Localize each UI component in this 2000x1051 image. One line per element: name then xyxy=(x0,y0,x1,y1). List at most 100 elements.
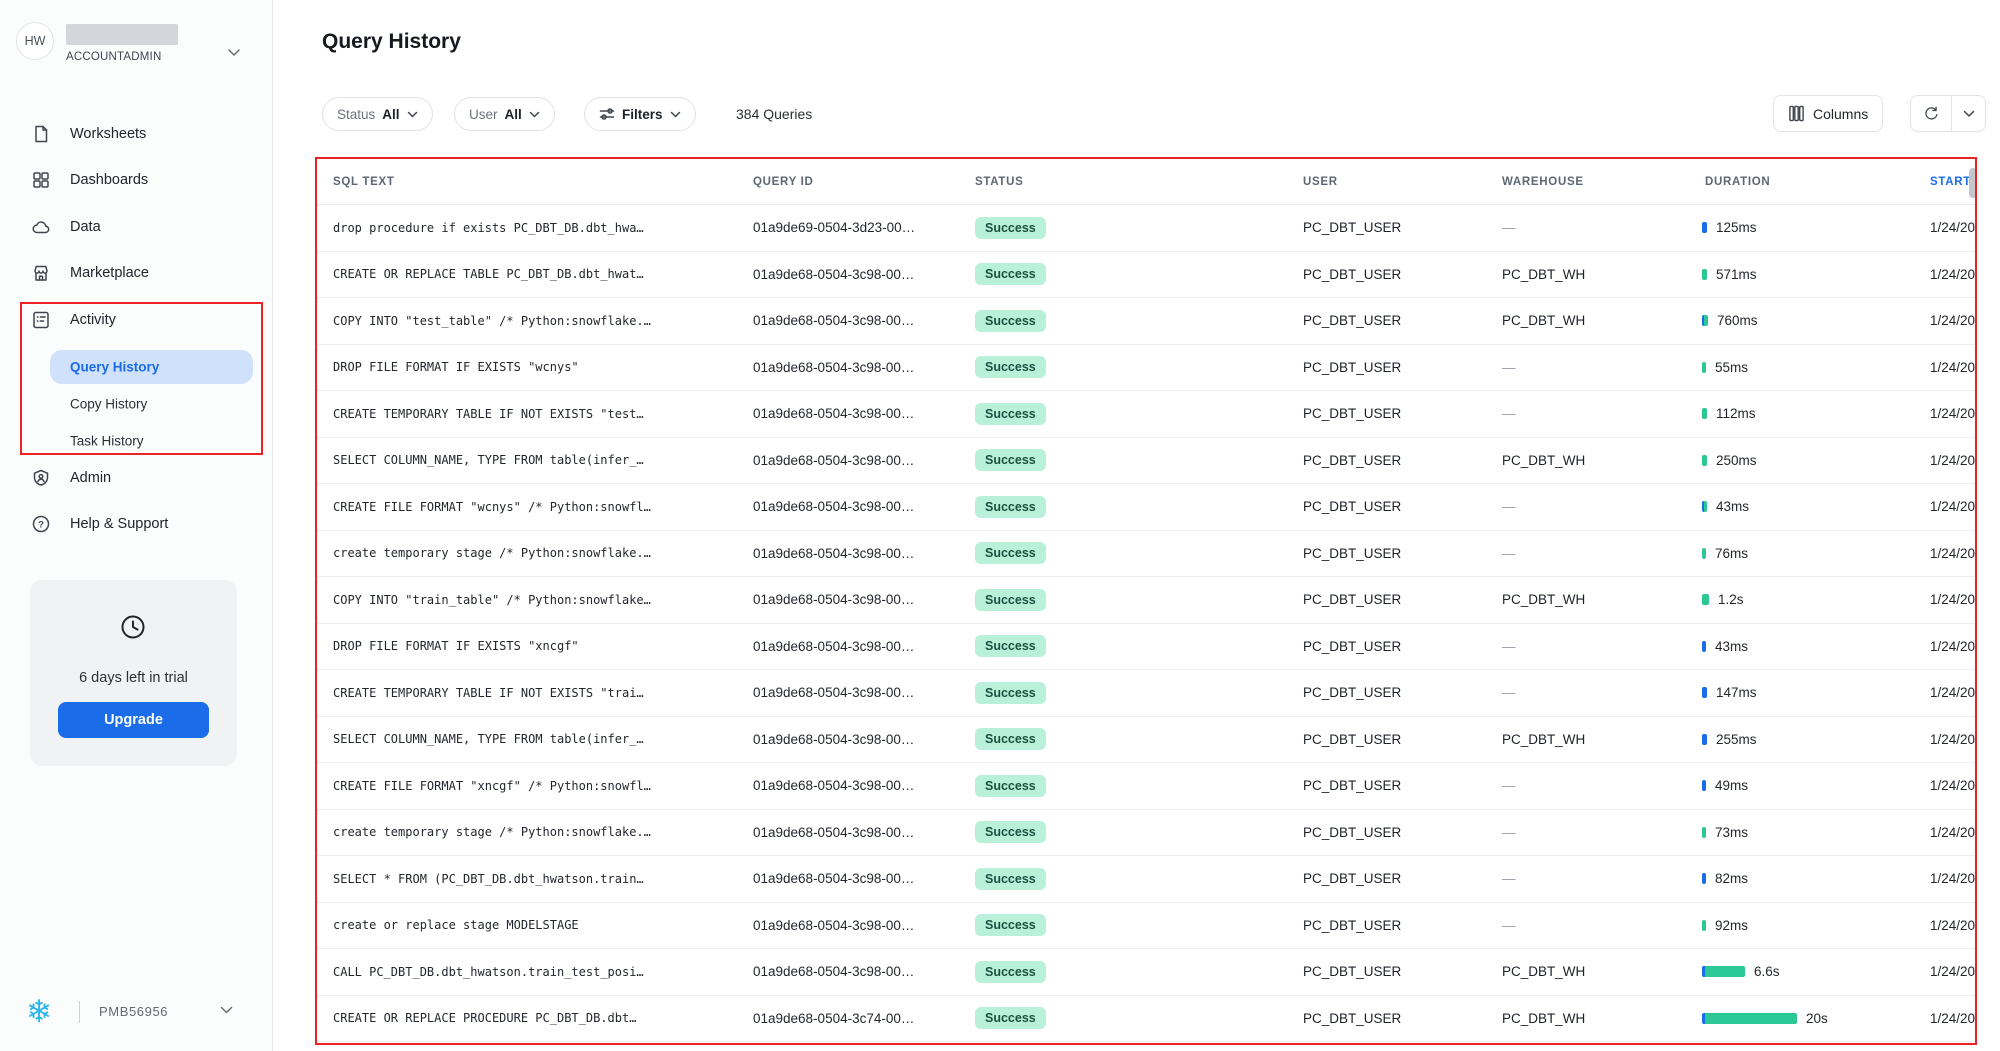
user-filter[interactable]: User All xyxy=(454,97,555,131)
avatar[interactable]: HW xyxy=(16,22,54,60)
cell-duration: 112ms xyxy=(1702,391,1756,437)
cell-start-time: 1/24/20 xyxy=(1930,856,1976,902)
sidebar-subitem-copy-history[interactable]: Copy History xyxy=(50,387,253,421)
table-row[interactable]: CREATE FILE FORMAT "xncgf" /* Python:sno… xyxy=(317,763,1976,810)
table-row[interactable]: CREATE TEMPORARY TABLE IF NOT EXISTS "tr… xyxy=(317,670,1976,717)
status-filter[interactable]: Status All xyxy=(322,97,433,131)
status-badge: Success xyxy=(975,868,1046,890)
cell-query-id: 01a9de68-0504-3c98-00… xyxy=(753,763,914,809)
cell-start-time: 1/24/20 xyxy=(1930,717,1976,763)
cell-start-time: 1/24/20 xyxy=(1930,763,1976,809)
cell-query-id: 01a9de68-0504-3c98-00… xyxy=(753,670,914,716)
table-row[interactable]: drop procedure if exists PC_DBT_DB.dbt_h… xyxy=(317,205,1976,252)
cell-query-id: 01a9de68-0504-3c98-00… xyxy=(753,810,914,856)
duration-label: 73ms xyxy=(1715,825,1748,840)
cell-sql-text: CREATE TEMPORARY TABLE IF NOT EXISTS "te… xyxy=(333,391,748,437)
sidebar-item-marketplace[interactable]: Marketplace xyxy=(0,253,273,293)
status-filter-label: Status xyxy=(337,107,375,122)
cell-warehouse: — xyxy=(1502,670,1516,716)
svg-text:?: ? xyxy=(38,519,44,530)
cell-sql-text: CREATE FILE FORMAT "xncgf" /* Python:sno… xyxy=(333,763,748,809)
table-row[interactable]: create or replace stage MODELSTAGE 01a9d… xyxy=(317,903,1976,950)
column-header-duration[interactable]: DURATION xyxy=(1705,158,1770,205)
document-icon xyxy=(31,124,51,144)
table-row[interactable]: CALL PC_DBT_DB.dbt_hwatson.train_test_po… xyxy=(317,949,1976,996)
cell-sql-text: COPY INTO "train_table" /* Python:snowfl… xyxy=(333,577,748,623)
table-row[interactable]: CREATE OR REPLACE TABLE PC_DBT_DB.dbt_hw… xyxy=(317,252,1976,299)
sidebar-item-help-support[interactable]: ? Help & Support xyxy=(0,504,273,544)
filters-button[interactable]: Filters xyxy=(584,97,696,131)
table-row[interactable]: create temporary stage /* Python:snowfla… xyxy=(317,531,1976,578)
table-row[interactable]: COPY INTO "test_table" /* Python:snowfla… xyxy=(317,298,1976,345)
cell-warehouse: — xyxy=(1502,391,1516,437)
cell-user: PC_DBT_USER xyxy=(1303,856,1401,902)
cell-warehouse: — xyxy=(1502,856,1516,902)
sidebar-subitem-task-history[interactable]: Task History xyxy=(50,424,253,458)
column-header-warehouse[interactable]: WAREHOUSE xyxy=(1502,158,1584,205)
duration-bar xyxy=(1702,920,1706,931)
refresh-options-button[interactable] xyxy=(1952,96,1985,131)
sidebar-subitem-query-history[interactable]: Query History xyxy=(50,350,253,384)
avatar-initials: HW xyxy=(25,34,46,48)
duration-label: 250ms xyxy=(1716,453,1757,468)
duration-bar xyxy=(1702,501,1707,512)
cell-sql-text: SELECT COLUMN_NAME, TYPE FROM table(infe… xyxy=(333,717,748,763)
refresh-button[interactable] xyxy=(1911,96,1952,131)
cell-warehouse: — xyxy=(1502,205,1516,251)
table-row[interactable]: CREATE OR REPLACE PROCEDURE PC_DBT_DB.db… xyxy=(317,996,1976,1043)
query-count: 384 Queries xyxy=(736,97,812,131)
sidebar-item-label: Marketplace xyxy=(70,265,149,281)
cell-status: Success xyxy=(975,531,1046,577)
sidebar-subitem-label: Task History xyxy=(70,434,144,449)
cell-duration: 760ms xyxy=(1702,298,1758,344)
cell-start-time: 1/24/20 xyxy=(1930,205,1976,251)
cell-status: Success xyxy=(975,345,1046,391)
cell-start-time: 1/24/20 xyxy=(1930,903,1976,949)
duration-bar xyxy=(1702,362,1706,373)
admin-badge-icon xyxy=(31,468,51,488)
table-row[interactable]: DROP FILE FORMAT IF EXISTS "xncgf" 01a9d… xyxy=(317,624,1976,671)
table-row[interactable]: SELECT COLUMN_NAME, TYPE FROM table(infe… xyxy=(317,717,1976,764)
column-header-status[interactable]: STATUS xyxy=(975,158,1024,205)
columns-button[interactable]: Columns xyxy=(1773,95,1883,132)
cell-start-time: 1/24/20 xyxy=(1930,577,1976,623)
account-switcher[interactable]: ❄ PMB56956 xyxy=(0,990,273,1034)
page-title: Query History xyxy=(322,30,461,54)
table-row[interactable]: CREATE FILE FORMAT "wcnys" /* Python:sno… xyxy=(317,484,1976,531)
table-row[interactable]: COPY INTO "train_table" /* Python:snowfl… xyxy=(317,577,1976,624)
table-scrollbar-thumb[interactable] xyxy=(1969,168,1977,198)
upgrade-button[interactable]: Upgrade xyxy=(58,702,209,738)
table-body: drop procedure if exists PC_DBT_DB.dbt_h… xyxy=(317,205,1976,1042)
duration-label: 6.6s xyxy=(1754,964,1780,979)
table-row[interactable]: SELECT * FROM (PC_DBT_DB.dbt_hwatson.tra… xyxy=(317,856,1976,903)
cell-warehouse: PC_DBT_WH xyxy=(1502,438,1585,484)
table-row[interactable]: SELECT COLUMN_NAME, TYPE FROM table(infe… xyxy=(317,438,1976,485)
column-header-user[interactable]: USER xyxy=(1303,158,1338,205)
duration-bar xyxy=(1702,222,1707,233)
sidebar-item-worksheets[interactable]: Worksheets xyxy=(0,114,273,154)
cell-warehouse: — xyxy=(1502,531,1516,577)
role-label: ACCOUNTADMIN xyxy=(66,51,161,63)
table-row[interactable]: CREATE TEMPORARY TABLE IF NOT EXISTS "te… xyxy=(317,391,1976,438)
column-header-query-id[interactable]: QUERY ID xyxy=(753,158,814,205)
cell-sql-text: CREATE TEMPORARY TABLE IF NOT EXISTS "tr… xyxy=(333,670,748,716)
cell-start-time: 1/24/20 xyxy=(1930,996,1976,1042)
sidebar-item-activity[interactable]: Activity xyxy=(0,300,273,340)
sidebar-item-admin[interactable]: Admin xyxy=(0,458,273,498)
duration-bar xyxy=(1702,827,1706,838)
table-row[interactable]: create temporary stage /* Python:snowfla… xyxy=(317,810,1976,857)
cell-query-id: 01a9de68-0504-3c98-00… xyxy=(753,298,914,344)
cell-sql-text: create or replace stage MODELSTAGE xyxy=(333,903,748,949)
duration-label: 571ms xyxy=(1716,267,1757,282)
table-row[interactable]: DROP FILE FORMAT IF EXISTS "wcnys" 01a9d… xyxy=(317,345,1976,392)
chevron-down-icon xyxy=(1963,110,1975,118)
cell-warehouse: PC_DBT_WH xyxy=(1502,949,1585,995)
chevron-down-icon[interactable] xyxy=(227,48,241,57)
sidebar-item-data[interactable]: Data xyxy=(0,207,273,247)
sidebar-item-dashboards[interactable]: Dashboards xyxy=(0,160,273,200)
cell-sql-text: CREATE OR REPLACE TABLE PC_DBT_DB.dbt_hw… xyxy=(333,252,748,298)
column-header-sql-text[interactable]: SQL TEXT xyxy=(333,158,395,205)
cell-query-id: 01a9de69-0504-3d23-00… xyxy=(753,205,915,251)
help-icon: ? xyxy=(31,514,51,534)
status-badge: Success xyxy=(975,961,1046,983)
